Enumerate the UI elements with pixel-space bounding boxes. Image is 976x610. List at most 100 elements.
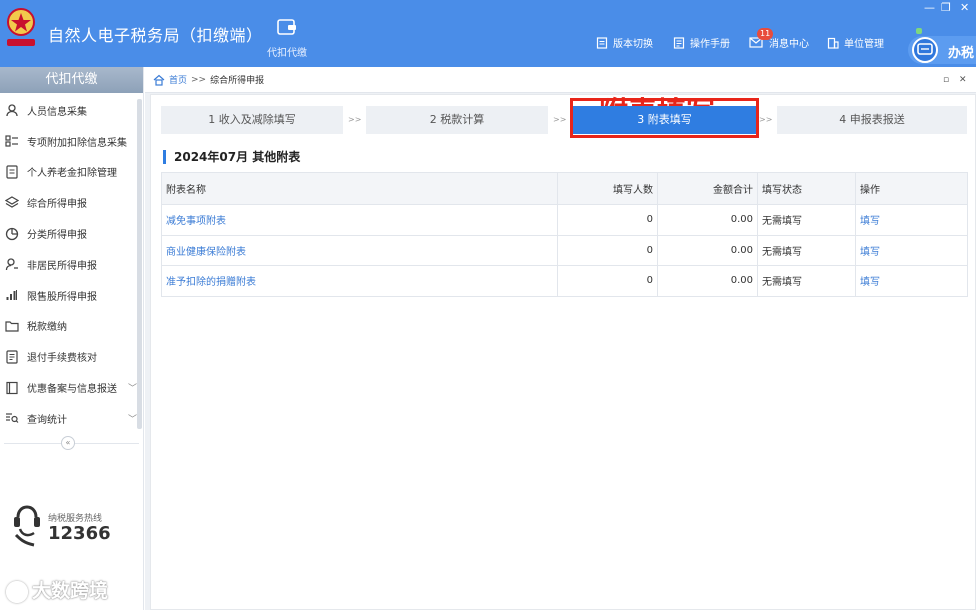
user-icon (4, 256, 20, 272)
message-count-badge: 11 (757, 27, 774, 40)
status-indicator (916, 28, 922, 34)
sidebar-item-label: 退付手续费核对 (27, 353, 97, 365)
chevron-down-icon: ﹀ (127, 414, 137, 425)
sidebar-scrollbar[interactable] (137, 99, 142, 429)
sidebar-item-fee-refund[interactable]: 退付手续费核对 (0, 341, 143, 372)
amount-total: 0.00 (657, 204, 758, 236)
title-bar: 自然人电子税务局（扣缴端） 代扣代缴 版本切换 操作手册 11 消息中心 单位管… (0, 0, 976, 67)
filled-count: 0 (557, 234, 658, 266)
fill-status: 无需填写 (757, 265, 856, 297)
manual-button[interactable]: 操作手册 (673, 35, 730, 50)
sidebar-item-label: 分类所得申报 (27, 230, 87, 242)
fill-status: 无需填写 (757, 234, 856, 266)
minimize-button[interactable]: — (924, 1, 935, 14)
version-switch-button[interactable]: 版本切换 (596, 35, 653, 50)
building-icon (827, 37, 839, 49)
step-arrow: >> (553, 115, 567, 124)
service-hotline: 纳税服务热线 12366 (10, 505, 140, 555)
breadcrumb-separator: >> (191, 74, 207, 85)
step-arrow: >> (348, 115, 362, 124)
step-arrow: >> (759, 115, 773, 124)
section-title: 2024年07月 其他附表 (163, 150, 300, 164)
layers-icon (4, 195, 20, 211)
office-label: 办税 (948, 46, 975, 61)
sidebar-item-tax-payment[interactable]: 税款缴纳 (0, 311, 143, 342)
manual-icon (673, 36, 685, 49)
version-switch-label: 版本切换 (613, 39, 653, 50)
sidebar-item-restricted-stock[interactable]: 限售股所得申报 (0, 280, 143, 311)
bar-chart-icon (4, 287, 20, 303)
content-panel: 附表填写 1 收入及减除填写 >> 2 税款计算 >> 3 附表填写 >> 4 … (150, 94, 976, 610)
sidebar-item-comprehensive-income[interactable]: 综合所得申报 (0, 187, 143, 218)
form-name-link[interactable]: 准予扣除的捐赠附表 (161, 265, 558, 297)
folder-icon (4, 318, 20, 334)
step-income-deduction[interactable]: 1 收入及减除填写 (161, 106, 343, 134)
column-header: 操作 (855, 172, 968, 205)
attached-forms-table: 附表名称 填写人数 金额合计 填写状态 操作 减免事项附表 0 0.00 无需填… (161, 172, 968, 297)
sidebar-item-nonresident-income[interactable]: 非居民所得申报 (0, 249, 143, 280)
sidebar-collapse-button[interactable]: « (61, 436, 75, 450)
nav-withholding-label: 代扣代缴 (267, 48, 307, 59)
unit-management-label: 单位管理 (844, 39, 884, 50)
message-center-label: 消息中心 (769, 39, 809, 50)
sidebar-item-label: 限售股所得申报 (27, 291, 97, 303)
restore-button[interactable]: ❐ (941, 1, 951, 14)
table-row: 商业健康保险附表 0 0.00 无需填写 填写 (161, 234, 968, 266)
breadcrumb-home-link[interactable]: 首页 (169, 73, 187, 86)
table-row: 准予扣除的捐赠附表 0 0.00 无需填写 填写 (161, 265, 968, 297)
wallet-icon (276, 18, 298, 36)
list-icon (4, 133, 20, 149)
watermark: 大数跨境 (6, 576, 108, 603)
fill-action-link[interactable]: 填写 (855, 265, 968, 297)
sidebar-item-label: 优惠备案与信息报送 (27, 384, 117, 396)
search-list-icon (4, 410, 20, 426)
form-name-link[interactable]: 商业健康保险附表 (161, 234, 558, 266)
breadcrumb-current: 综合所得申报 (210, 76, 265, 86)
chat-icon (912, 37, 938, 63)
office-assistant-button[interactable]: 办税 (908, 28, 976, 64)
chevron-down-icon: ﹀ (127, 384, 137, 395)
sidebar-item-query-stats[interactable]: 查询统计 ﹀ (0, 403, 143, 434)
column-header: 附表名称 (161, 172, 558, 205)
home-icon (153, 74, 165, 86)
sidebar-item-personnel-info[interactable]: 人员信息采集 (0, 95, 143, 126)
book-icon (4, 380, 20, 396)
table-row: 减免事项附表 0 0.00 无需填写 填写 (161, 204, 968, 236)
sidebar-item-label: 税款缴纳 (27, 322, 67, 334)
column-header: 填写状态 (757, 172, 856, 205)
panel-close-icon[interactable]: ✕ (959, 75, 967, 85)
amount-total: 0.00 (657, 234, 758, 266)
sidebar-item-preferential-filing[interactable]: 优惠备案与信息报送 ﹀ (0, 372, 143, 403)
step-tax-calculation[interactable]: 2 税款计算 (366, 106, 548, 134)
tax-emblem-logo (4, 7, 38, 49)
sidebar-item-pension[interactable]: 个人养老金扣除管理 (0, 157, 143, 188)
step-submit-report[interactable]: 4 申报表报送 (777, 106, 967, 134)
form-name-link[interactable]: 减免事项附表 (161, 204, 558, 236)
fill-action-link[interactable]: 填写 (855, 234, 968, 266)
document-icon (596, 36, 608, 49)
app-title: 自然人电子税务局（扣缴端） (48, 26, 263, 45)
sidebar-item-classified-income[interactable]: 分类所得申报 (0, 218, 143, 249)
pie-icon (4, 226, 20, 242)
fill-action-link[interactable]: 填写 (855, 204, 968, 236)
unit-management-button[interactable]: 单位管理 (827, 35, 884, 50)
sidebar-item-special-deduction[interactable]: 专项附加扣除信息采集 (0, 126, 143, 157)
annotation-highlight-box (570, 98, 759, 138)
amount-total: 0.00 (657, 265, 758, 297)
person-icon (4, 102, 20, 118)
sidebar-item-label: 个人养老金扣除管理 (27, 168, 117, 180)
sidebar-item-label: 非居民所得申报 (27, 260, 97, 272)
watermark-text: 大数跨境 (32, 580, 109, 602)
main-area: 首页 >> 综合所得申报 ▫ ✕ 附表填写 1 收入及减除填写 >> 2 税款计… (145, 67, 976, 610)
table-header-row: 附表名称 填写人数 金额合计 填写状态 操作 (161, 172, 968, 205)
hotline-number: 12366 (48, 523, 111, 544)
manual-label: 操作手册 (690, 39, 730, 50)
card-icon (4, 164, 20, 180)
close-window-button[interactable]: ✕ (960, 1, 969, 14)
column-header: 金额合计 (657, 172, 758, 205)
panel-restore-icon[interactable]: ▫ (943, 75, 949, 85)
nav-withholding[interactable]: 代扣代缴 (262, 18, 312, 59)
message-center-button[interactable]: 11 消息中心 (749, 27, 809, 50)
sidebar-item-label: 专项附加扣除信息采集 (27, 137, 127, 149)
sidebar-item-label: 查询统计 (27, 414, 67, 426)
